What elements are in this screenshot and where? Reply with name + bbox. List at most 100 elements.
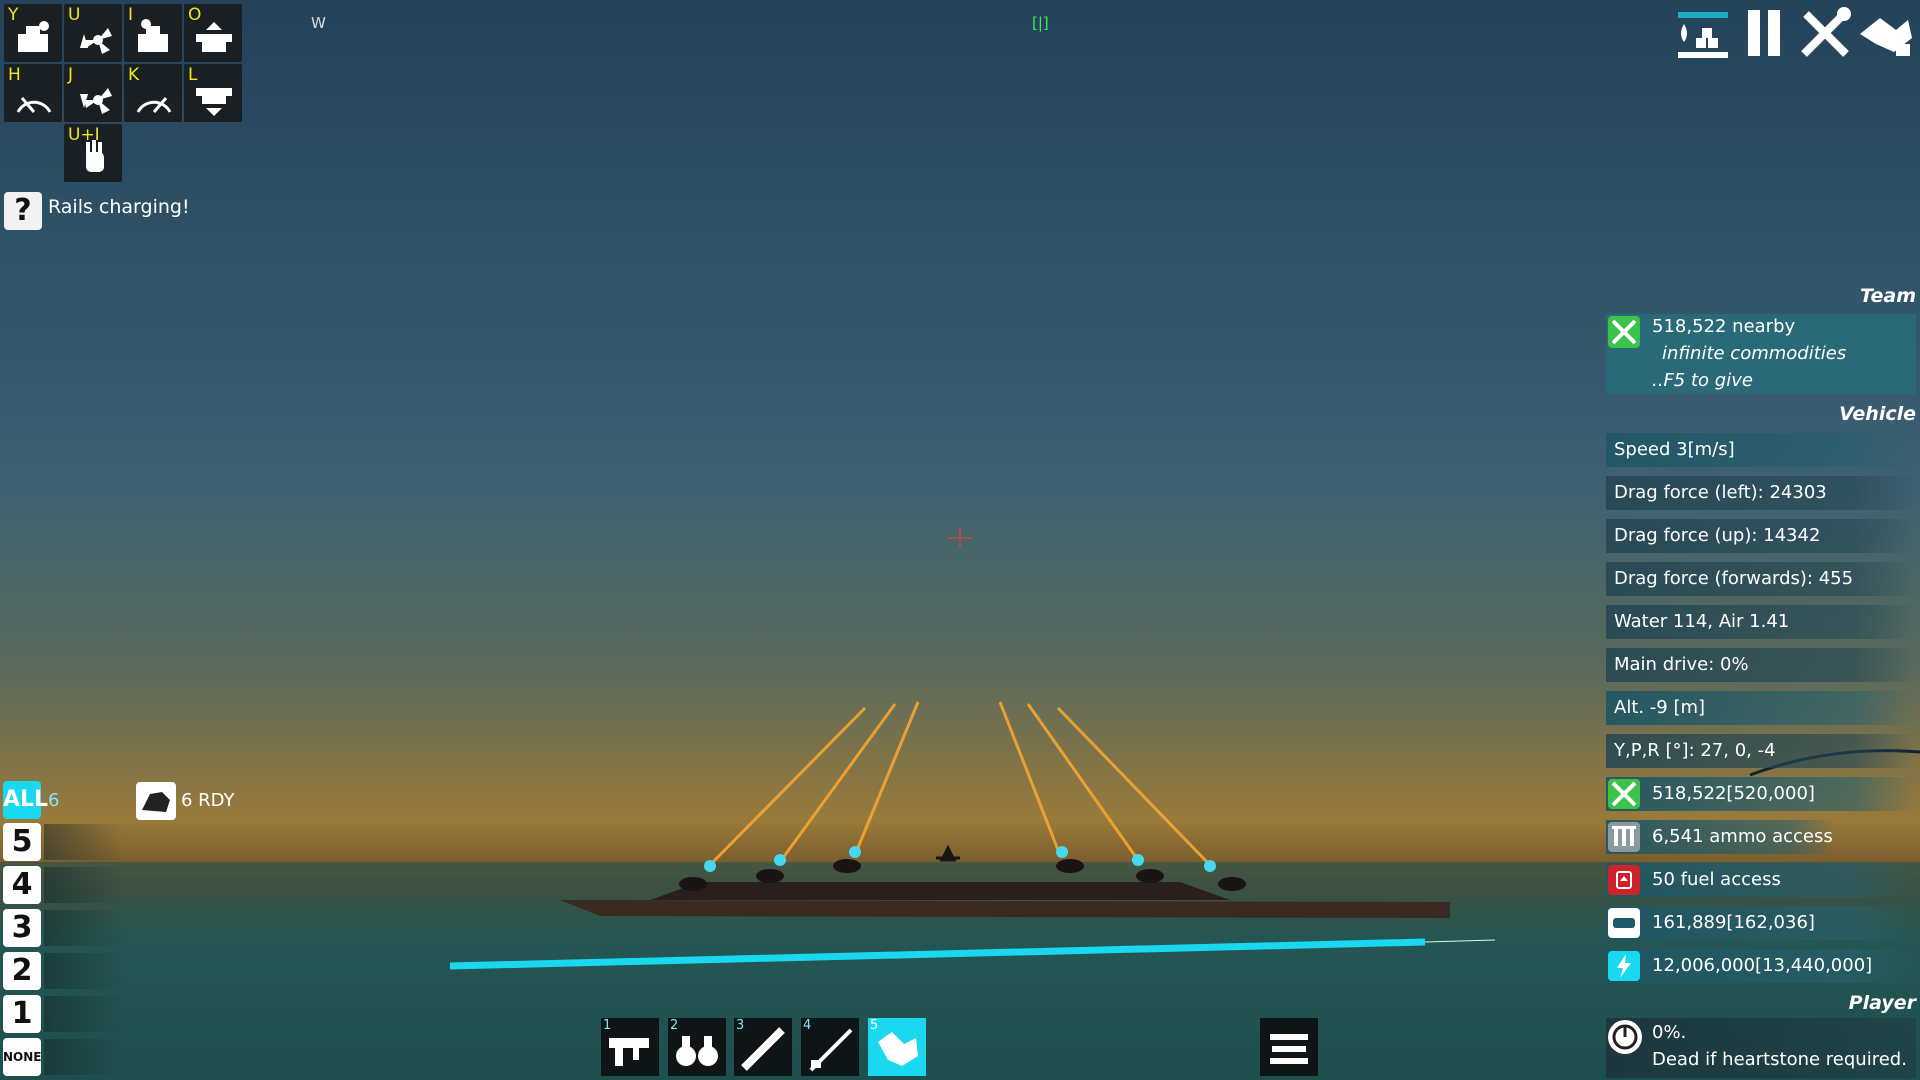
hotbar-slot-5[interactable]: 5 (868, 1018, 926, 1076)
energy-row: 12,006,000[13,440,000] (1606, 949, 1916, 983)
build-tool-icon (878, 1032, 918, 1066)
ypr-value: Y,P,R [°]: 27, 0, -4 (1614, 740, 1776, 761)
team-give-hint: ..F5 to give (1652, 370, 1753, 391)
keybind-y[interactable]: Y (4, 4, 62, 62)
compass-heading: W (311, 14, 326, 32)
player-header: Player (1848, 992, 1916, 1014)
lightning-icon (1608, 951, 1640, 981)
speed-value: Speed 3[m/s] (1614, 439, 1735, 460)
vehicle-edit-icon[interactable] (1856, 4, 1914, 62)
binoculars-icon (676, 1036, 718, 1066)
turret-down-icon (196, 88, 232, 116)
gun-icon (609, 1038, 649, 1066)
group-all-count: 6 (48, 790, 60, 811)
materials-value: 518,522[520,000] (1652, 783, 1815, 804)
weapon-ready-icon (136, 782, 176, 820)
ship-fire-icon (138, 19, 168, 52)
player-percent: 0%. (1652, 1022, 1687, 1043)
drag-left-value: Drag force (left): 24303 (1614, 482, 1827, 503)
drag-forwards-row: Drag force (forwards): 455 (1606, 562, 1916, 596)
main-drive-value: Main drive: 0% (1614, 654, 1749, 675)
main-drive-row: Main drive: 0% (1606, 648, 1916, 682)
resource-row: 161,889[162,036] (1606, 906, 1916, 940)
team-nearby: 518,522 nearby (1652, 316, 1796, 337)
propeller-down-icon (80, 88, 112, 114)
heartstone-icon (1608, 1020, 1642, 1054)
hotbar-slot-1[interactable]: 1 (601, 1018, 659, 1076)
build-tools-icon[interactable] (1796, 4, 1854, 62)
water-air-value: Water 114, Air 1.41 (1614, 611, 1790, 632)
help-message: Rails charging! (48, 196, 190, 218)
ammo-icon (1608, 822, 1640, 852)
ammo-value: 6,541 ammo access (1652, 826, 1833, 847)
slot-bar (44, 996, 124, 1032)
altitude-value: Alt. -9 [m] (1614, 697, 1706, 718)
pause-icon[interactable] (1736, 4, 1794, 62)
saw-icon (741, 1027, 785, 1071)
keybind-h[interactable]: H (4, 64, 62, 122)
fuel-row: 50 fuel access (1606, 863, 1916, 897)
keybind-key: J (68, 65, 74, 85)
ship-hull (560, 900, 1450, 918)
materials-row: 518,522[520,000] (1606, 777, 1916, 811)
group-4-button[interactable]: 4 (3, 866, 41, 904)
slot-bar (44, 867, 124, 903)
resource-value: 161,889[162,036] (1652, 912, 1815, 933)
group-5-button[interactable]: 5 (3, 823, 41, 861)
ypr-row: Y,P,R [°]: 27, 0, -4 (1606, 734, 1916, 768)
slot-bar (44, 953, 124, 989)
keybind-o[interactable]: O (184, 4, 242, 62)
dial-left-icon (16, 97, 52, 113)
team-panel: 518,522 nearby infinite commodities ..F5… (1606, 314, 1916, 394)
group-2-button[interactable]: 2 (3, 952, 41, 990)
team-header: Team (1859, 285, 1916, 307)
engine-icon (1608, 908, 1640, 938)
turret-up-icon (196, 22, 232, 52)
help-icon[interactable]: ? (4, 192, 42, 230)
resources-icon[interactable] (1674, 4, 1732, 62)
group-all-button[interactable]: ALL (3, 781, 48, 819)
keybind-j[interactable]: J (64, 64, 122, 122)
propeller-up-icon (80, 28, 112, 54)
dial-right-icon (136, 97, 172, 113)
drag-up-row: Drag force (up): 14342 (1606, 519, 1916, 553)
hotbar-slot-4[interactable]: 4 (801, 1018, 859, 1076)
fuel-value: 50 fuel access (1652, 869, 1781, 890)
keybind-u[interactable]: U (64, 4, 122, 62)
hand-icon (86, 140, 104, 172)
rifle-icon (809, 1028, 853, 1072)
keybind-l[interactable]: L (184, 64, 242, 122)
ammo-row: 6,541 ammo access (1606, 820, 1836, 854)
hotbar-slot-2[interactable]: 2 (668, 1018, 726, 1076)
drag-forwards-value: Drag force (forwards): 455 (1614, 568, 1854, 589)
group-none-button[interactable]: NONE (3, 1038, 41, 1076)
speed-row: Speed 3[m/s] (1606, 433, 1916, 467)
water-air-row: Water 114, Air 1.41 (1606, 605, 1916, 639)
vehicle-select-button[interactable] (1260, 1018, 1318, 1076)
keybind-key: I (128, 5, 134, 25)
weapon-ready-text: 6 RDY (181, 790, 235, 811)
group-3-button[interactable]: 3 (3, 909, 41, 947)
slot-bar (44, 1039, 124, 1075)
energy-value: 12,006,000[13,440,000] (1652, 955, 1873, 976)
materials-icon (1608, 316, 1640, 348)
altitude-row: Alt. -9 [m] (1606, 691, 1916, 725)
vehicle-stack-icon (1270, 1034, 1308, 1064)
crosshair-icon (948, 528, 972, 548)
team-commodities: infinite commodities (1662, 343, 1847, 364)
drag-left-row: Drag force (left): 24303 (1606, 476, 1916, 510)
slot-bar (44, 910, 124, 946)
fuel-icon (1608, 865, 1640, 895)
slot-bar (44, 824, 124, 860)
drag-up-value: Drag force (up): 14342 (1614, 525, 1821, 546)
player-panel: 0%. Dead if heartstone required. (1606, 1018, 1916, 1078)
target-marker: [|] (1032, 14, 1049, 32)
hotbar-slot-3[interactable]: 3 (734, 1018, 792, 1076)
materials-icon (1608, 779, 1640, 809)
keybind-k[interactable]: K (124, 64, 182, 122)
vehicle-header: Vehicle (1839, 403, 1916, 425)
group-1-button[interactable]: 1 (3, 995, 41, 1033)
keybind-i[interactable]: I (124, 4, 182, 62)
keybind-u-i[interactable]: U+I (64, 124, 122, 182)
player-status: Dead if heartstone required. (1652, 1049, 1907, 1070)
